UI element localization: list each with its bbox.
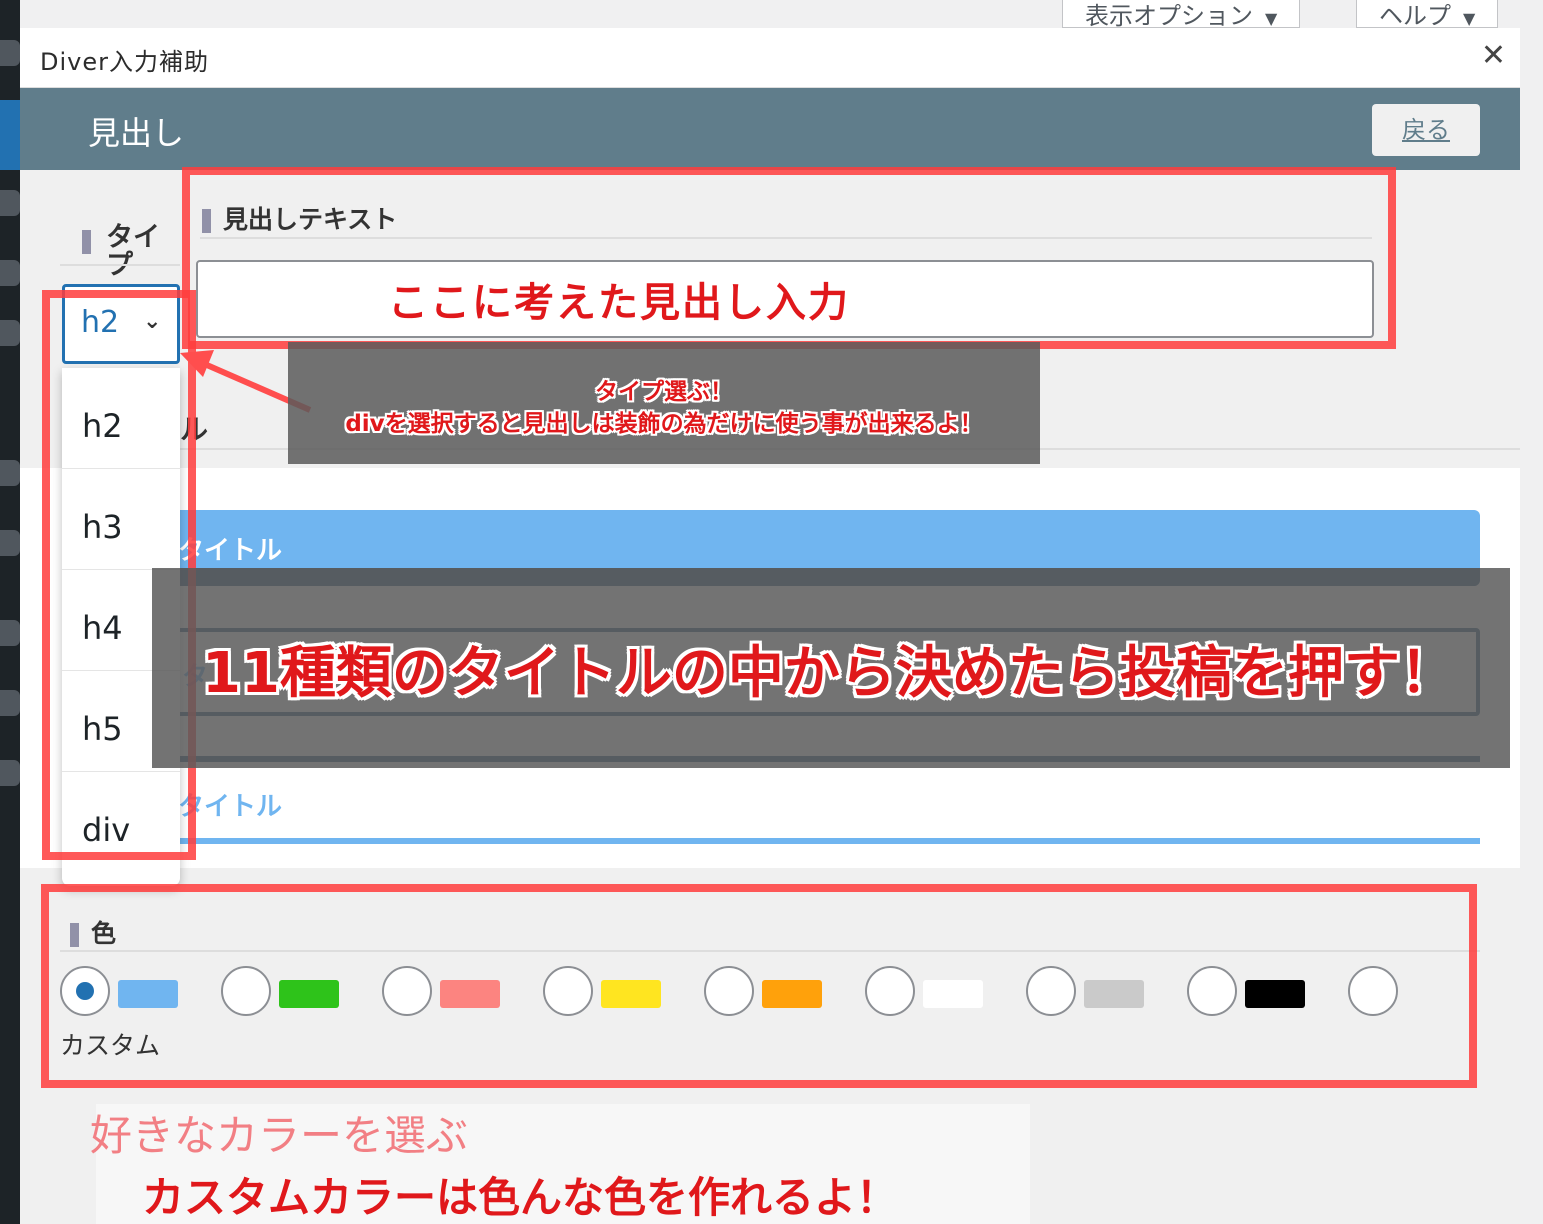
annotation-type-note: タイプ選ぶ！ divを選択すると見出しは装飾の為だけに使う事が出来るよ！	[288, 342, 1040, 464]
annotation-big-note: 11種類のタイトルの中から決めたら投稿を押す！	[152, 568, 1510, 768]
annotation-color-note: 好きなカラーを選ぶ カスタムカラーは色んな色を作れるよ！	[90, 1104, 1030, 1224]
